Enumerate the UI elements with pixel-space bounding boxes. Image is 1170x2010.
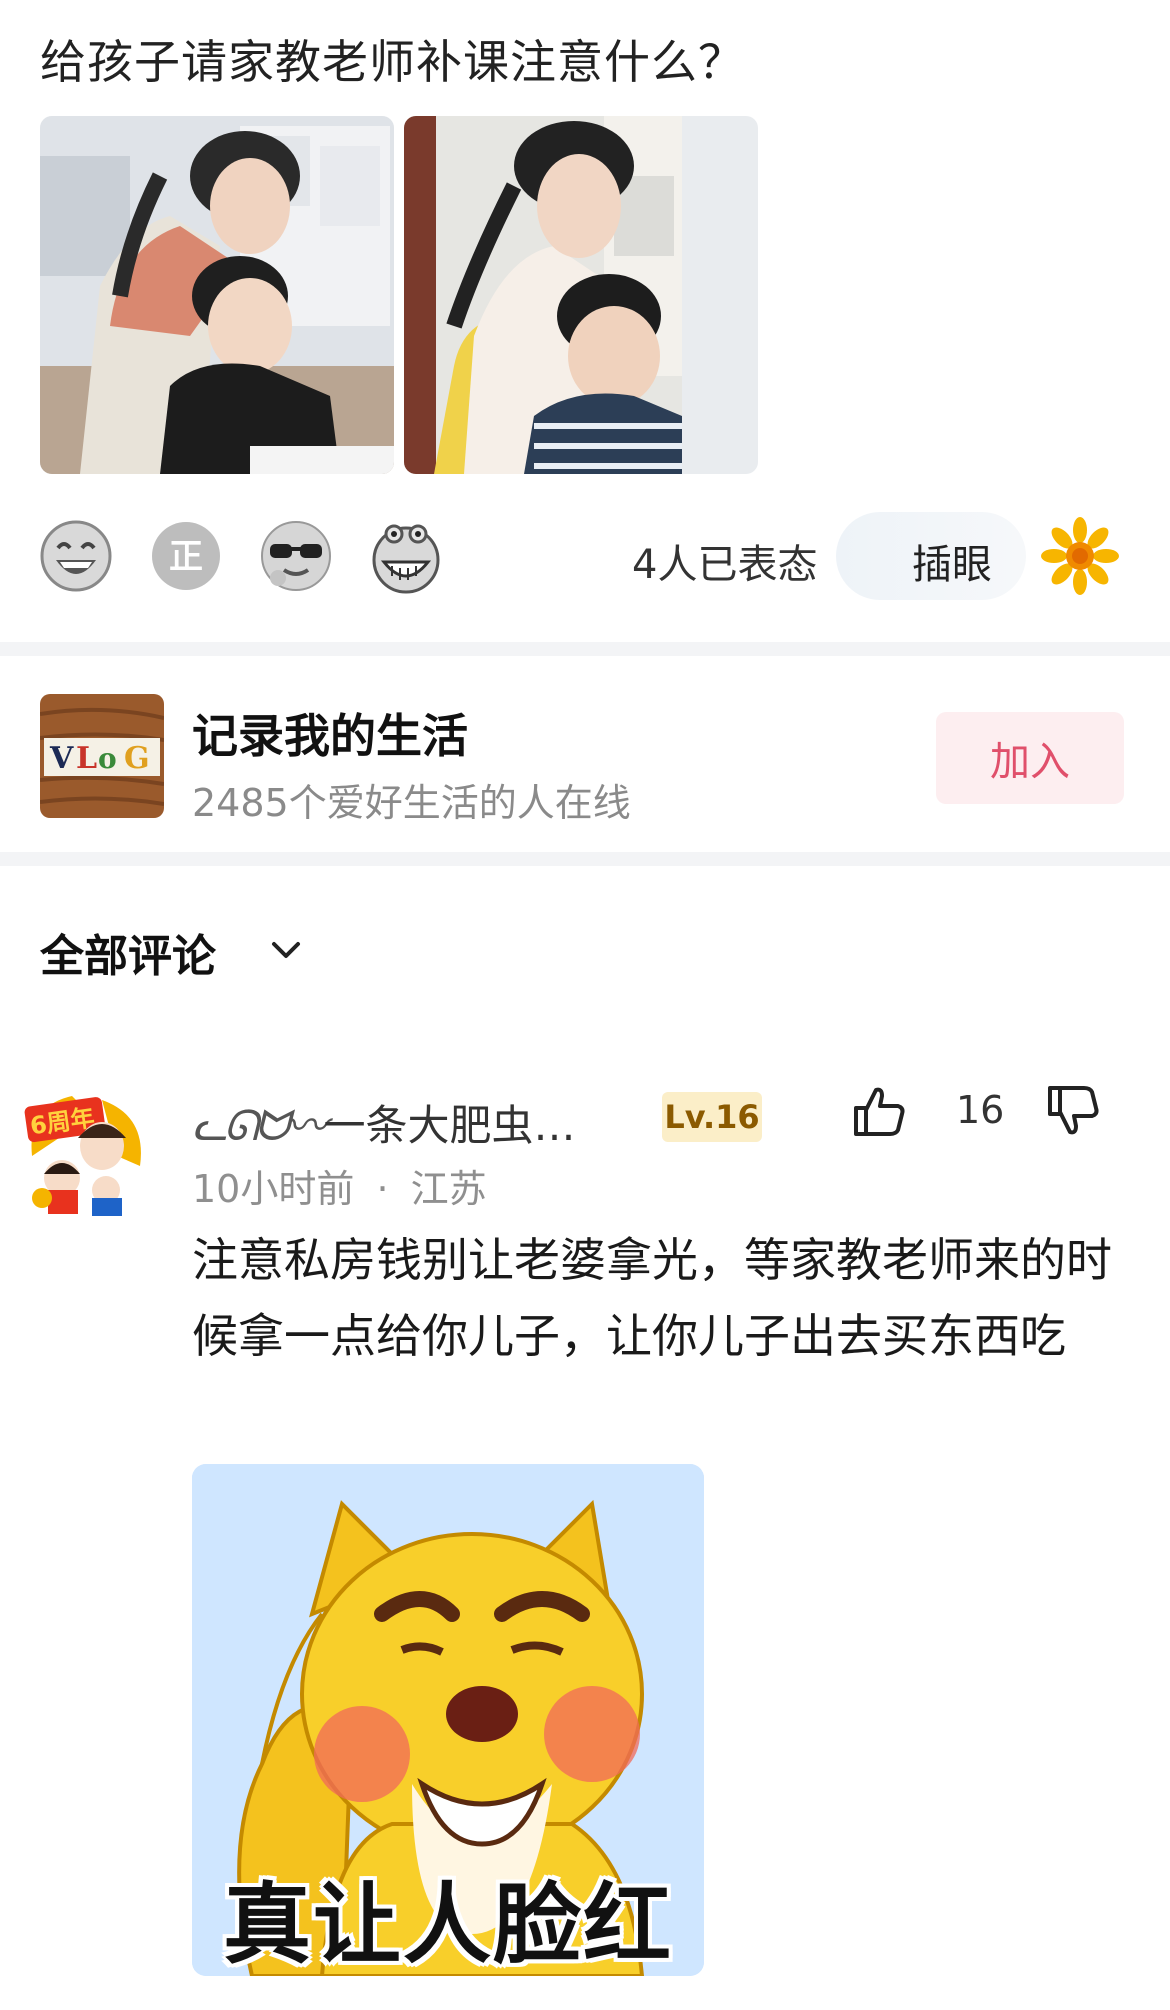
section-divider bbox=[0, 642, 1170, 656]
join-button[interactable]: 加入 bbox=[936, 712, 1124, 804]
post-images bbox=[40, 116, 758, 474]
vlog-logo-icon: V L o G bbox=[40, 694, 164, 818]
thumbs-down-icon[interactable] bbox=[1044, 1082, 1102, 1140]
meta-separator: · bbox=[376, 1167, 389, 1211]
svg-text:正: 正 bbox=[169, 537, 203, 577]
comment-text: 注意私房钱别让老婆拿光，等家教老师来的时候拿一点给你儿子，让你儿子出去买东西吃 bbox=[192, 1233, 1112, 1363]
avatar[interactable]: 6周年 bbox=[22, 1086, 152, 1216]
thumbs-up-icon[interactable] bbox=[850, 1082, 908, 1140]
level-badge: Lv.16 bbox=[662, 1092, 762, 1142]
teacher-and-boy-photo-2 bbox=[404, 116, 682, 474]
group-card[interactable]: V L o G 记录我的生活 2485个爱好生活的人在线 加入 bbox=[0, 672, 1170, 852]
comment-location: 江苏 bbox=[410, 1167, 487, 1211]
comment-meta: 10小时前 · 江苏 bbox=[192, 1158, 487, 1213]
reaction-count: 4人已表态 bbox=[632, 542, 818, 588]
sticker-caption: 真让人脸红 bbox=[222, 1873, 673, 1976]
svg-text:G: G bbox=[124, 741, 150, 776]
group-logo[interactable]: V L o G bbox=[40, 694, 164, 818]
reactions-bar: 正 4人已表态 插眼 bbox=[36, 512, 1136, 602]
username-decoration: ᓚᘏᗢ〰 bbox=[192, 1101, 327, 1150]
group-online-count: 2485个爱好生活的人在线 bbox=[192, 781, 631, 825]
like-count: 16 bbox=[956, 1088, 1005, 1132]
sunglasses-face-icon[interactable] bbox=[256, 516, 336, 596]
svg-text:L: L bbox=[76, 741, 97, 776]
post-image-1[interactable] bbox=[40, 116, 394, 474]
username-text: 一条大肥虫… bbox=[323, 1101, 576, 1150]
comments-header[interactable]: 全部评论 bbox=[40, 920, 216, 984]
post-title: 给孩子请家教老师补课注意什么？ bbox=[40, 35, 745, 89]
laughing-face-icon[interactable] bbox=[36, 516, 116, 596]
teacher-and-boy-photo-1 bbox=[40, 116, 394, 474]
chevron-down-icon[interactable] bbox=[266, 930, 306, 970]
zheng-badge-icon[interactable]: 正 bbox=[146, 516, 226, 596]
section-divider bbox=[0, 852, 1170, 866]
post-image-2[interactable] bbox=[404, 116, 758, 474]
comment-time: 10小时前 bbox=[192, 1167, 355, 1211]
svg-text:V: V bbox=[49, 741, 74, 776]
comment-username[interactable]: ᓚᘏᗢ〰一条大肥虫… bbox=[192, 1092, 632, 1153]
sunflower-icon[interactable] bbox=[1040, 516, 1120, 596]
group-name[interactable]: 记录我的生活 bbox=[192, 700, 468, 766]
bookmark-label[interactable]: 插眼 bbox=[912, 532, 992, 590]
grinning-ghost-icon[interactable] bbox=[366, 516, 446, 596]
comment-sticker[interactable]: 真让人脸红 bbox=[192, 1464, 704, 1976]
svg-text:o: o bbox=[98, 742, 117, 775]
